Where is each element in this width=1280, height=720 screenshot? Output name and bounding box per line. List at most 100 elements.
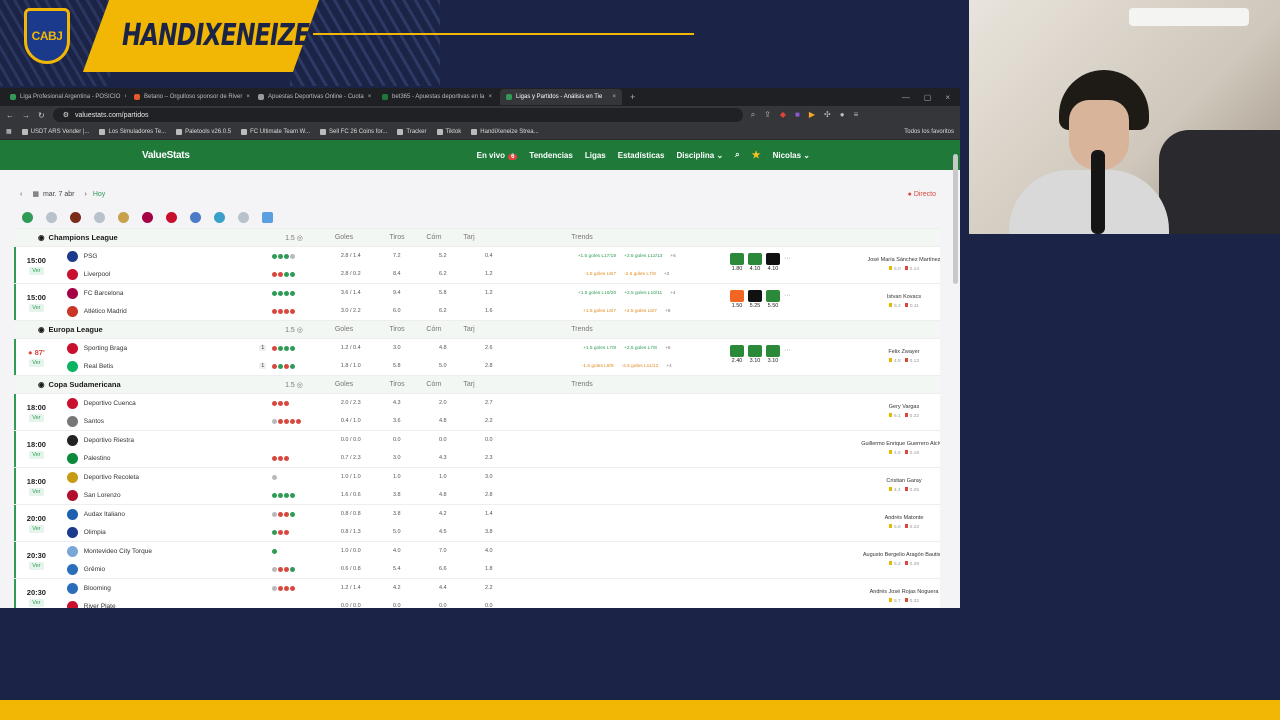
league-icon[interactable] [46, 211, 57, 223]
league-icon[interactable] [118, 211, 129, 223]
trend-pill[interactable]: -1.5 goles L8/9 [582, 364, 614, 369]
scrollbar[interactable] [953, 154, 958, 284]
bookmark-item[interactable]: Tracker [397, 128, 427, 135]
league-icon[interactable] [166, 211, 177, 223]
match-row[interactable]: 18:00 Ver Deportivo Riestra 0.0 / 0.0 0.0 0.0… [14, 431, 940, 468]
referee-name[interactable]: Cristian Garay [814, 478, 940, 484]
trend-pill[interactable]: +1.5 goles L19/20 [578, 291, 616, 296]
team-name[interactable]: Grêmio [84, 566, 254, 573]
trend-pill[interactable]: +2.5 goles L6/7 [624, 309, 657, 314]
forward-icon[interactable]: → [22, 111, 30, 120]
date-picker[interactable]: ▦ mar. 7 abr [22, 190, 84, 199]
trend-pill[interactable]: +2 [664, 272, 669, 277]
trend-pill[interactable]: +6 [665, 346, 670, 351]
league-icon[interactable] [262, 211, 273, 223]
shield-icon[interactable]: ◆ [780, 110, 786, 120]
user-menu[interactable]: Nicolas ⌄ [773, 151, 810, 160]
nav-discipline[interactable]: Disciplina ⌄ [676, 151, 723, 160]
trend-pill[interactable]: +2.5 goles L12/13 [624, 254, 662, 259]
trend-pill[interactable]: +1.5 goles L17/18 [578, 254, 616, 259]
odds-button[interactable]: 3.10 [766, 345, 780, 364]
close-icon[interactable]: × [368, 94, 372, 100]
referee-name[interactable]: Andrés Matonte [814, 515, 940, 521]
league-icon[interactable] [142, 211, 153, 223]
view-button[interactable]: Ver [29, 413, 44, 422]
match-row[interactable]: 20:30 Ver Blooming 1.2 / 1.4 4.2 4.4 2.2 River … [14, 579, 940, 608]
league-icon[interactable] [94, 211, 105, 223]
league-icon[interactable] [70, 211, 81, 223]
nav-leagues[interactable]: Ligas [585, 151, 606, 160]
trend-pill[interactable]: +4 [666, 364, 671, 369]
close-icon[interactable]: × [488, 94, 492, 100]
view-button[interactable]: Ver [29, 358, 44, 367]
league-icon[interactable] [238, 211, 249, 223]
puzzle-icon[interactable]: ✣ [824, 110, 831, 120]
match-row[interactable]: 20:00 Ver Audax Italiano 0.8 / 0.8 3.8 4.2 1.4… [14, 505, 940, 542]
trend-pill[interactable]: -2.5 goles L11/12 [622, 364, 659, 369]
back-icon[interactable]: ← [6, 111, 14, 120]
new-tab-icon[interactable]: + [624, 92, 641, 102]
menu-icon[interactable]: ≡ [854, 110, 859, 120]
referee-name[interactable]: Andrés José Rojas Noguera [814, 589, 940, 595]
profile-icon[interactable]: ● [840, 110, 845, 120]
next-day-icon[interactable]: › [84, 191, 86, 198]
url-input[interactable]: ⚙ valuestats.com/partidos [52, 108, 743, 122]
more-odds-button[interactable]: ··· [784, 253, 791, 262]
team-name[interactable]: Deportivo Cuenca [84, 400, 254, 407]
league-icon[interactable] [190, 211, 201, 223]
referee-name[interactable]: Istvan Kovacs [814, 294, 940, 300]
browser-tab[interactable]: Apuestas Deportivas Online - Cuota × [252, 89, 374, 105]
team-name[interactable]: PSG [84, 253, 254, 260]
bookmark-item[interactable]: Los Simuladores Te... [99, 128, 166, 135]
view-button[interactable]: Ver [29, 450, 44, 459]
browser-tab[interactable]: Betano – Orgulloso sponsor de River × [128, 89, 250, 105]
team-name[interactable]: Atlético Madrid [84, 308, 254, 315]
trend-pill[interactable]: +6 [670, 254, 675, 259]
reload-icon[interactable]: ↻ [38, 111, 45, 120]
match-row[interactable]: 18:00 Ver Deportivo Cuenca 2.0 / 2.3 4.3 2.0 2… [14, 394, 940, 431]
extension-icon[interactable]: ▶ [809, 110, 815, 120]
zoom-icon[interactable]: ⌕ [751, 110, 755, 120]
site-info-icon[interactable]: ⚙ [63, 111, 69, 119]
team-name[interactable]: FC Barcelona [84, 290, 254, 297]
search-icon[interactable]: ⌕ [735, 150, 739, 160]
view-button[interactable]: Ver [29, 266, 44, 275]
view-button[interactable]: Ver [29, 524, 44, 533]
close-icon[interactable]: × [246, 94, 250, 100]
minimize-icon[interactable]: — [902, 93, 910, 102]
referee-name[interactable]: Augusto Bergelio Aragón Bautista [814, 552, 940, 558]
trend-pill[interactable]: +2.5 goles L10/11 [624, 291, 662, 296]
team-name[interactable]: Blooming [84, 585, 254, 592]
team-name[interactable]: San Lorenzo [84, 492, 254, 499]
odds-button[interactable]: 4.10 [748, 253, 762, 272]
nav-live[interactable]: En vivo 6 [477, 151, 518, 160]
trend-pill[interactable]: -1.5 goles L6/7 [584, 272, 616, 277]
browser-tab[interactable]: bet365 - Apuestas deportivas en la × [376, 89, 498, 105]
league-icon[interactable] [214, 211, 225, 223]
trend-pill[interactable]: +1.5 goles L7/8 [583, 346, 616, 351]
team-name[interactable]: Sporting Braga [84, 345, 254, 352]
bookmark-item[interactable]: HandiXeneize Strea... [471, 128, 539, 135]
view-button[interactable]: Ver [29, 303, 44, 312]
close-window-icon[interactable]: × [945, 93, 950, 102]
share-icon[interactable]: ⇪ [764, 110, 771, 120]
maximize-icon[interactable]: ▢ [924, 93, 932, 102]
referee-name[interactable]: José María Sánchez Martínez [814, 257, 940, 263]
all-bookmarks[interactable]: Todos los favoritos [904, 129, 954, 135]
team-name[interactable]: Deportivo Recoleta [84, 474, 254, 481]
odds-button[interactable]: 2.40 [730, 345, 744, 364]
bookmark-item[interactable]: Tiktok [436, 128, 461, 135]
odds-button[interactable]: 5.25 [748, 290, 762, 309]
all-leagues-icon[interactable] [22, 211, 33, 223]
team-name[interactable]: Real Betis [84, 363, 254, 370]
view-button[interactable]: Ver [29, 487, 44, 496]
bookmark-item[interactable]: Paletools v26.0.5 [176, 128, 231, 135]
view-button[interactable]: Ver [29, 561, 44, 570]
odds-button[interactable]: 3.10 [748, 345, 762, 364]
odds-button[interactable]: 5.50 [766, 290, 780, 309]
apps-grid-icon[interactable]: ▦ [6, 128, 12, 135]
team-name[interactable]: Palestino [84, 455, 254, 462]
bookmark-item[interactable]: USDT ARS Vender |... [21, 128, 89, 135]
team-name[interactable]: Deportivo Riestra [84, 437, 254, 444]
site-logo[interactable]: ValueStats [142, 150, 190, 161]
